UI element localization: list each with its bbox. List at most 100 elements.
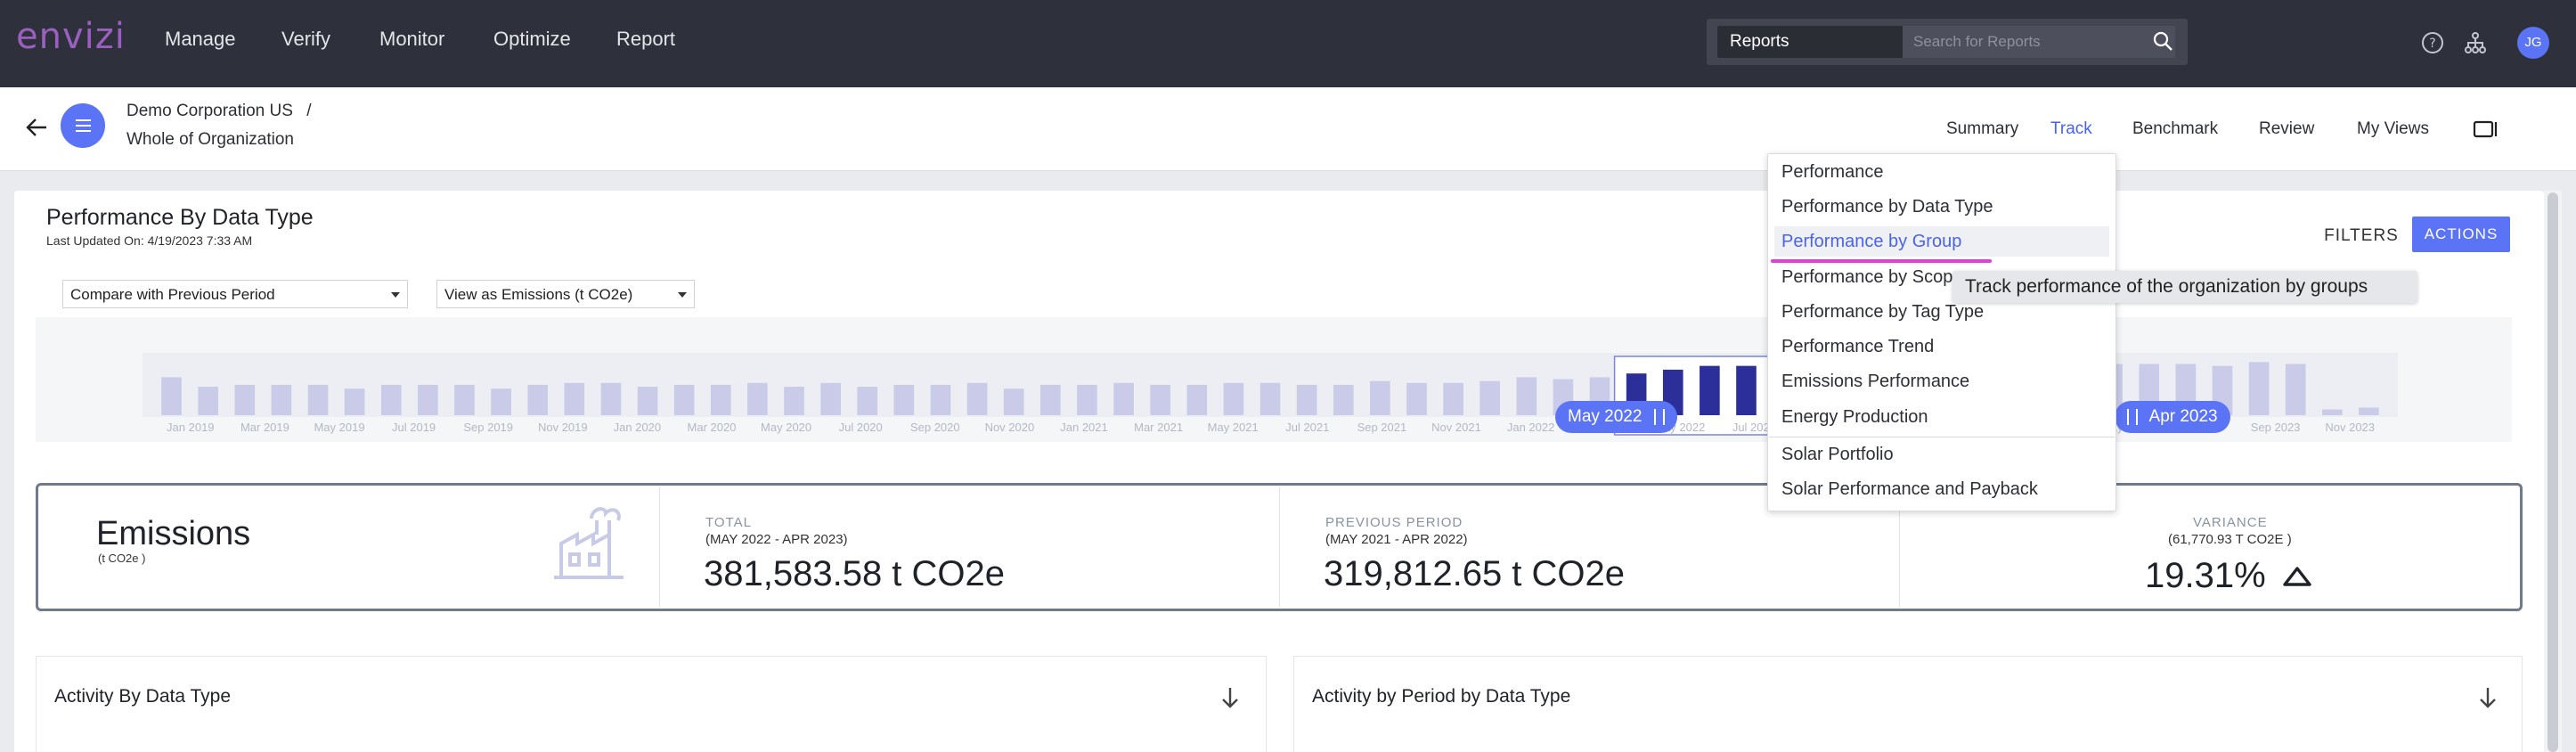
x-tick-label: May 2019 bbox=[314, 421, 364, 434]
filters-button[interactable]: FILTERS bbox=[2321, 219, 2401, 253]
triangle-up-icon bbox=[2283, 567, 2311, 586]
x-tick-label: Jan 2021 bbox=[1060, 421, 1108, 434]
help-icon[interactable]: ? bbox=[2419, 29, 2446, 56]
chart-bar bbox=[161, 377, 182, 415]
chart-bar bbox=[1186, 384, 1208, 415]
chart-bar bbox=[271, 384, 292, 415]
tab-my-views[interactable]: My Views bbox=[2357, 119, 2429, 139]
envizi-logo[interactable]: envizi bbox=[16, 16, 126, 57]
breadcrumb-org[interactable]: Demo Corporation US / bbox=[126, 102, 311, 121]
x-tick-label: Sep 2023 bbox=[2251, 421, 2301, 434]
menu-item-performance[interactable]: Performance bbox=[1781, 162, 1884, 183]
emissions-title: Emissions bbox=[96, 515, 251, 552]
x-tick-label: Sep 2021 bbox=[1357, 421, 1407, 434]
chart-bar bbox=[454, 384, 475, 415]
x-tick-label: Jan 2019 bbox=[167, 421, 215, 434]
nav-monitor[interactable]: Monitor bbox=[379, 28, 444, 51]
chart-bar bbox=[1736, 365, 1757, 415]
compare-select[interactable]: Compare with Previous Period bbox=[62, 280, 408, 308]
menu-highlight-underline bbox=[1771, 259, 1992, 263]
nav-verify[interactable]: Verify bbox=[281, 28, 330, 51]
x-tick-label: Nov 2020 bbox=[985, 421, 1035, 434]
chart-bar bbox=[710, 384, 731, 415]
menu-item-solar-portfolio[interactable]: Solar Portfolio bbox=[1781, 445, 1894, 465]
x-tick-label: Jan 2020 bbox=[614, 421, 662, 434]
chart-bar bbox=[307, 384, 329, 415]
presentation-mode-icon[interactable] bbox=[2473, 119, 2498, 139]
menu-tooltip: Track performance of the organization by… bbox=[1952, 271, 2417, 303]
menu-item-performance-by-group[interactable]: Performance by Group bbox=[1781, 232, 1961, 252]
chart-bar bbox=[1370, 380, 1390, 415]
tab-benchmark[interactable]: Benchmark bbox=[2132, 119, 2218, 139]
breadcrumb-separator: / bbox=[306, 102, 312, 120]
back-arrow-icon[interactable] bbox=[23, 114, 50, 141]
x-tick-label: Jul 2020 bbox=[839, 421, 883, 434]
kpi-divider bbox=[659, 486, 660, 608]
breadcrumb-group[interactable]: Whole of Organization bbox=[126, 130, 294, 150]
chart-bar bbox=[1296, 384, 1317, 415]
previous-period-range: (MAY 2021 - APR 2022) bbox=[1325, 532, 1468, 547]
variance-amount: (61,770.93 T CO2E ) bbox=[2168, 532, 2292, 547]
chart-bar bbox=[1259, 382, 1281, 415]
nav-report[interactable]: Report bbox=[616, 28, 675, 51]
chart-bar bbox=[1443, 382, 1463, 415]
menu-item-emissions-performance[interactable]: Emissions Performance bbox=[1781, 372, 1969, 392]
page-scrollbar-thumb[interactable] bbox=[2547, 192, 2558, 752]
x-tick-label: Sep 2020 bbox=[910, 421, 960, 434]
chart-bar bbox=[857, 387, 878, 415]
activity-by-period-title: Activity by Period by Data Type bbox=[1312, 686, 1571, 707]
page-title: Performance By Data Type bbox=[46, 205, 314, 230]
view-as-select-value: View as Emissions (t CO2e) bbox=[444, 286, 633, 303]
tab-review[interactable]: Review bbox=[2259, 119, 2314, 139]
x-tick-label: Nov 2019 bbox=[538, 421, 588, 434]
chart-bar bbox=[527, 384, 549, 415]
x-tick-label: Mar 2019 bbox=[240, 421, 289, 434]
range-end-handle[interactable]: Apr 2023 bbox=[2115, 401, 2230, 433]
total-period: (MAY 2022 - APR 2023) bbox=[705, 532, 848, 547]
x-tick-label: Jul 2021 bbox=[1285, 421, 1329, 434]
last-updated: Last Updated On: 4/19/2023 7:33 AM bbox=[46, 233, 253, 248]
chart-bar bbox=[1480, 380, 1500, 415]
chart-bar bbox=[1516, 377, 1537, 415]
search-scope-select[interactable]: Reports bbox=[1717, 26, 1931, 58]
x-tick-label: Mar 2021 bbox=[1134, 421, 1183, 434]
variance-label: VARIANCE bbox=[2193, 515, 2268, 530]
search-input[interactable] bbox=[1903, 26, 2175, 58]
chart-bar bbox=[2359, 407, 2379, 415]
x-tick-label: Jan 2022 bbox=[1507, 421, 1555, 434]
chart-bar bbox=[1003, 388, 1024, 415]
chart-bar bbox=[2248, 362, 2270, 415]
search-icon[interactable] bbox=[2152, 30, 2173, 52]
menu-item-performance-by-data-type[interactable]: Performance by Data Type bbox=[1781, 197, 1993, 217]
range-start-handle[interactable]: May 2022 bbox=[1555, 401, 1678, 433]
tab-summary[interactable]: Summary bbox=[1946, 119, 2018, 139]
search-scope-value: Reports bbox=[1730, 32, 1789, 51]
variance-value: 19.31% bbox=[2145, 556, 2266, 595]
chart-bar bbox=[418, 384, 438, 415]
hierarchy-icon[interactable] bbox=[2462, 29, 2489, 56]
nav-optimize[interactable]: Optimize bbox=[493, 28, 571, 51]
chart-bar bbox=[491, 388, 511, 415]
download-arrow-icon[interactable] bbox=[1219, 686, 1241, 709]
chart-bar bbox=[673, 384, 695, 415]
menu-item-energy-production[interactable]: Energy Production bbox=[1781, 407, 1928, 428]
chart-bar bbox=[600, 382, 622, 415]
menu-item-solar-performance-and-payback[interactable]: Solar Performance and Payback bbox=[1781, 479, 2038, 500]
chart-bar bbox=[564, 382, 585, 415]
x-tick-label: Mar 2020 bbox=[688, 421, 737, 434]
nav-manage[interactable]: Manage bbox=[165, 28, 236, 51]
view-as-select[interactable]: View as Emissions (t CO2e) bbox=[436, 280, 695, 308]
chart-bar bbox=[747, 382, 768, 415]
menu-item-performance-by-scope[interactable]: Performance by Scope bbox=[1781, 267, 1962, 288]
menu-item-performance-trend[interactable]: Performance Trend bbox=[1781, 337, 1934, 357]
chart-bar bbox=[380, 384, 402, 415]
location-menu-button[interactable] bbox=[61, 103, 105, 148]
actions-button[interactable]: ACTIONS bbox=[2412, 217, 2510, 252]
menu-item-performance-by-tag-type[interactable]: Performance by Tag Type bbox=[1781, 302, 1984, 323]
tab-track[interactable]: Track bbox=[2050, 119, 2092, 139]
chart-bar bbox=[1113, 382, 1134, 415]
download-arrow-icon[interactable] bbox=[2477, 686, 2499, 709]
emissions-unit: (t CO2e ) bbox=[98, 552, 146, 565]
x-tick-label: Nov 2023 bbox=[2325, 421, 2375, 434]
user-avatar[interactable]: JG bbox=[2517, 27, 2549, 59]
